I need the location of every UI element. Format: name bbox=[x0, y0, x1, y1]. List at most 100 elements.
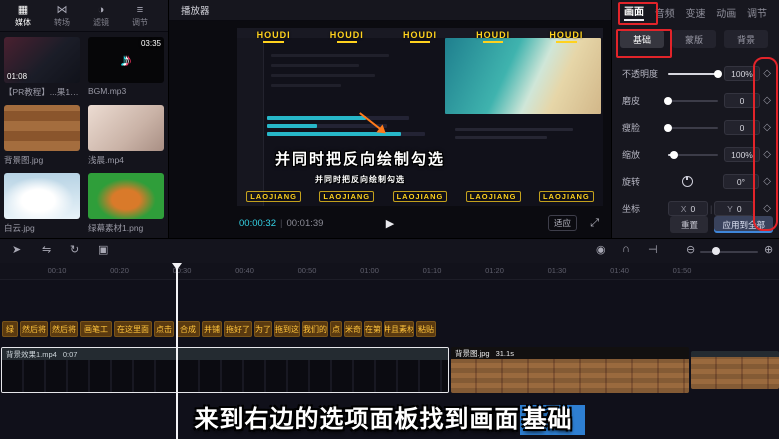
fit-button[interactable]: 适应 bbox=[548, 215, 577, 231]
watermark-text: LAOJIANG bbox=[393, 191, 448, 202]
ruler-time-label: 01:00 bbox=[360, 266, 379, 275]
zoom-in-icon[interactable]: ⊕ bbox=[764, 243, 773, 256]
timeline-text-clip[interactable]: 并铺 bbox=[202, 321, 222, 337]
apply-all-button[interactable]: 应用到全部 bbox=[714, 216, 773, 233]
inspector-subtab-2[interactable]: 背景 bbox=[724, 30, 768, 48]
media-item[interactable]: 浅晨.mp4 bbox=[88, 105, 164, 166]
inspector-tab-1[interactable]: 音频 bbox=[655, 5, 675, 20]
tool-filter[interactable]: ◑滤镜 bbox=[86, 4, 116, 28]
record-icon[interactable]: ◉ bbox=[596, 243, 606, 256]
timeline-text-clip[interactable]: 米奇 bbox=[344, 321, 362, 337]
slider-track[interactable] bbox=[668, 100, 718, 102]
slider-knob[interactable] bbox=[714, 70, 722, 78]
timeline-text-clip[interactable]: 并且素材 bbox=[384, 321, 414, 337]
timeline-text-clip[interactable]: 点击 bbox=[154, 321, 174, 337]
rotate-icon[interactable]: ↻ bbox=[70, 243, 79, 256]
ruler-time-label: 00:10 bbox=[48, 266, 67, 275]
timeline-clip-bg-effect[interactable]: 背景效果1.mp4 0:07 bbox=[1, 347, 449, 393]
media-item[interactable]: 绿幕素材1.png bbox=[88, 173, 164, 234]
slider-track[interactable] bbox=[668, 127, 718, 129]
fullscreen-icon[interactable]: ⤢ bbox=[590, 217, 599, 230]
timeline-text-clip[interactable]: 在第 bbox=[364, 321, 382, 337]
coord-x: 0 bbox=[690, 204, 695, 214]
keyframe-icon[interactable]: ◇ bbox=[763, 149, 771, 160]
beach-image bbox=[445, 38, 601, 114]
clip-filmstrip bbox=[691, 357, 779, 389]
timeline-text-clip[interactable]: 拖到这 bbox=[274, 321, 300, 337]
inspector-subtab-1[interactable]: 蒙版 bbox=[672, 30, 716, 48]
timeline-zoom-knob[interactable] bbox=[712, 247, 720, 255]
keyframe-icon[interactable]: ◇ bbox=[763, 122, 771, 133]
timeline-text-clip[interactable]: 然后将 bbox=[50, 321, 78, 337]
mirror-icon[interactable]: ⇋ bbox=[42, 243, 51, 256]
timeline-text-clip[interactable]: 画笔工 bbox=[80, 321, 112, 337]
tool-media[interactable]: ▦媒体 bbox=[8, 4, 38, 28]
ruler-time-label: 01:50 bbox=[673, 266, 692, 275]
inspector-subtab-0[interactable]: 基础 bbox=[620, 30, 664, 48]
media-thumbnail: 01:08 bbox=[4, 37, 80, 83]
inner-ui-line bbox=[455, 136, 547, 139]
playhead-line[interactable] bbox=[176, 263, 178, 439]
timeline-clip-bg-image[interactable]: 背景图.jpg 31.1s bbox=[451, 347, 689, 393]
keyframe-icon[interactable]: ◇ bbox=[763, 203, 771, 214]
inspector-tab-2[interactable]: 变速 bbox=[686, 5, 706, 20]
slider-track[interactable] bbox=[668, 73, 718, 75]
timeline-text-clip[interactable]: 合成 bbox=[176, 321, 200, 337]
timeline-text-clip[interactable]: 绿 bbox=[2, 321, 18, 337]
timeline-ruler[interactable]: 00:1000:2000:3000:4000:5001:0001:1001:20… bbox=[0, 263, 779, 280]
timeline-text-clip[interactable]: 点 bbox=[330, 321, 342, 337]
inspector-row: 不透明度100%◇ bbox=[612, 60, 779, 87]
property-value[interactable]: 0 bbox=[724, 120, 760, 135]
property-label: 缩放 bbox=[622, 148, 668, 161]
slider-knob[interactable] bbox=[664, 124, 672, 132]
property-value[interactable]: 100% bbox=[724, 147, 760, 162]
player-tab[interactable]: 播放器 bbox=[181, 3, 210, 17]
media-item[interactable]: 背景图.jpg bbox=[4, 105, 80, 166]
slider-knob[interactable] bbox=[670, 151, 678, 159]
magnet-icon[interactable]: ∩ bbox=[622, 243, 630, 255]
snap-icon[interactable]: ⊣ bbox=[648, 243, 658, 256]
timeline-clip-bg-image-tail[interactable] bbox=[691, 351, 779, 389]
keyframe-icon[interactable]: ◇ bbox=[763, 95, 771, 106]
rotate-dial[interactable] bbox=[682, 176, 693, 187]
slider-knob[interactable] bbox=[664, 97, 672, 105]
clip-duration: 31.1s bbox=[496, 349, 514, 358]
timeline-text-clip[interactable]: 为了 bbox=[254, 321, 272, 337]
media-item[interactable]: ♪03:35BGM.mp3 bbox=[88, 37, 164, 98]
timeline-text-clip[interactable]: 粘贴 bbox=[416, 321, 436, 337]
cursor-icon[interactable]: ➤ bbox=[12, 243, 21, 256]
property-value[interactable]: 100% bbox=[724, 66, 760, 81]
zoom-out-icon[interactable]: ⊖ bbox=[686, 243, 695, 256]
player-controls: 00:00:32 | 00:01:39 ▶ 适应 ⤢ bbox=[169, 212, 611, 234]
slider-track[interactable] bbox=[668, 154, 718, 156]
caption-highlight: 基础 bbox=[520, 405, 585, 435]
timeline-text-clip[interactable]: 拖好了 bbox=[224, 321, 252, 337]
property-value[interactable]: 0° bbox=[723, 174, 759, 189]
crop-icon[interactable]: ▣ bbox=[98, 243, 108, 256]
timeline-text-clip[interactable]: 我们的 bbox=[302, 321, 328, 337]
inspector-tabs: 画面音频变速动画调节 bbox=[612, 0, 779, 24]
timeline-text-clip[interactable]: 在这里面 bbox=[114, 321, 152, 337]
media-item[interactable]: 01:08【PR教程】...果1.mp4 bbox=[4, 37, 80, 98]
clip-header: 背景图.jpg 31.1s bbox=[451, 347, 689, 359]
inspector-tab-4[interactable]: 调节 bbox=[747, 5, 767, 20]
timeline-zoom-slider[interactable] bbox=[700, 251, 758, 253]
keyframe-icon[interactable]: ◇ bbox=[763, 176, 771, 187]
tool-transition[interactable]: ⋈转场 bbox=[47, 4, 77, 28]
tool-adjust[interactable]: ≡调节 bbox=[125, 4, 155, 28]
timeline-text-clip[interactable]: 然后将 bbox=[20, 321, 48, 337]
reset-button[interactable]: 重置 bbox=[670, 216, 708, 233]
coord-x-label: X bbox=[681, 204, 687, 214]
inner-ui-line bbox=[271, 84, 341, 87]
media-thumbnail bbox=[88, 173, 164, 219]
tool-label: 媒体 bbox=[15, 17, 31, 28]
media-item[interactable]: 白云.jpg bbox=[4, 173, 80, 234]
play-button[interactable]: ▶ bbox=[386, 217, 394, 230]
inspector-tab-3[interactable]: 动画 bbox=[716, 5, 736, 20]
property-value[interactable]: 0 bbox=[724, 93, 760, 108]
coord-y-value[interactable]: Y0 bbox=[714, 201, 754, 216]
keyframe-icon[interactable]: ◇ bbox=[763, 68, 771, 79]
inspector-tab-0[interactable]: 画面 bbox=[624, 3, 644, 21]
duration-badge: 01:08 bbox=[7, 72, 27, 81]
coord-x-value[interactable]: X0 bbox=[668, 201, 708, 216]
